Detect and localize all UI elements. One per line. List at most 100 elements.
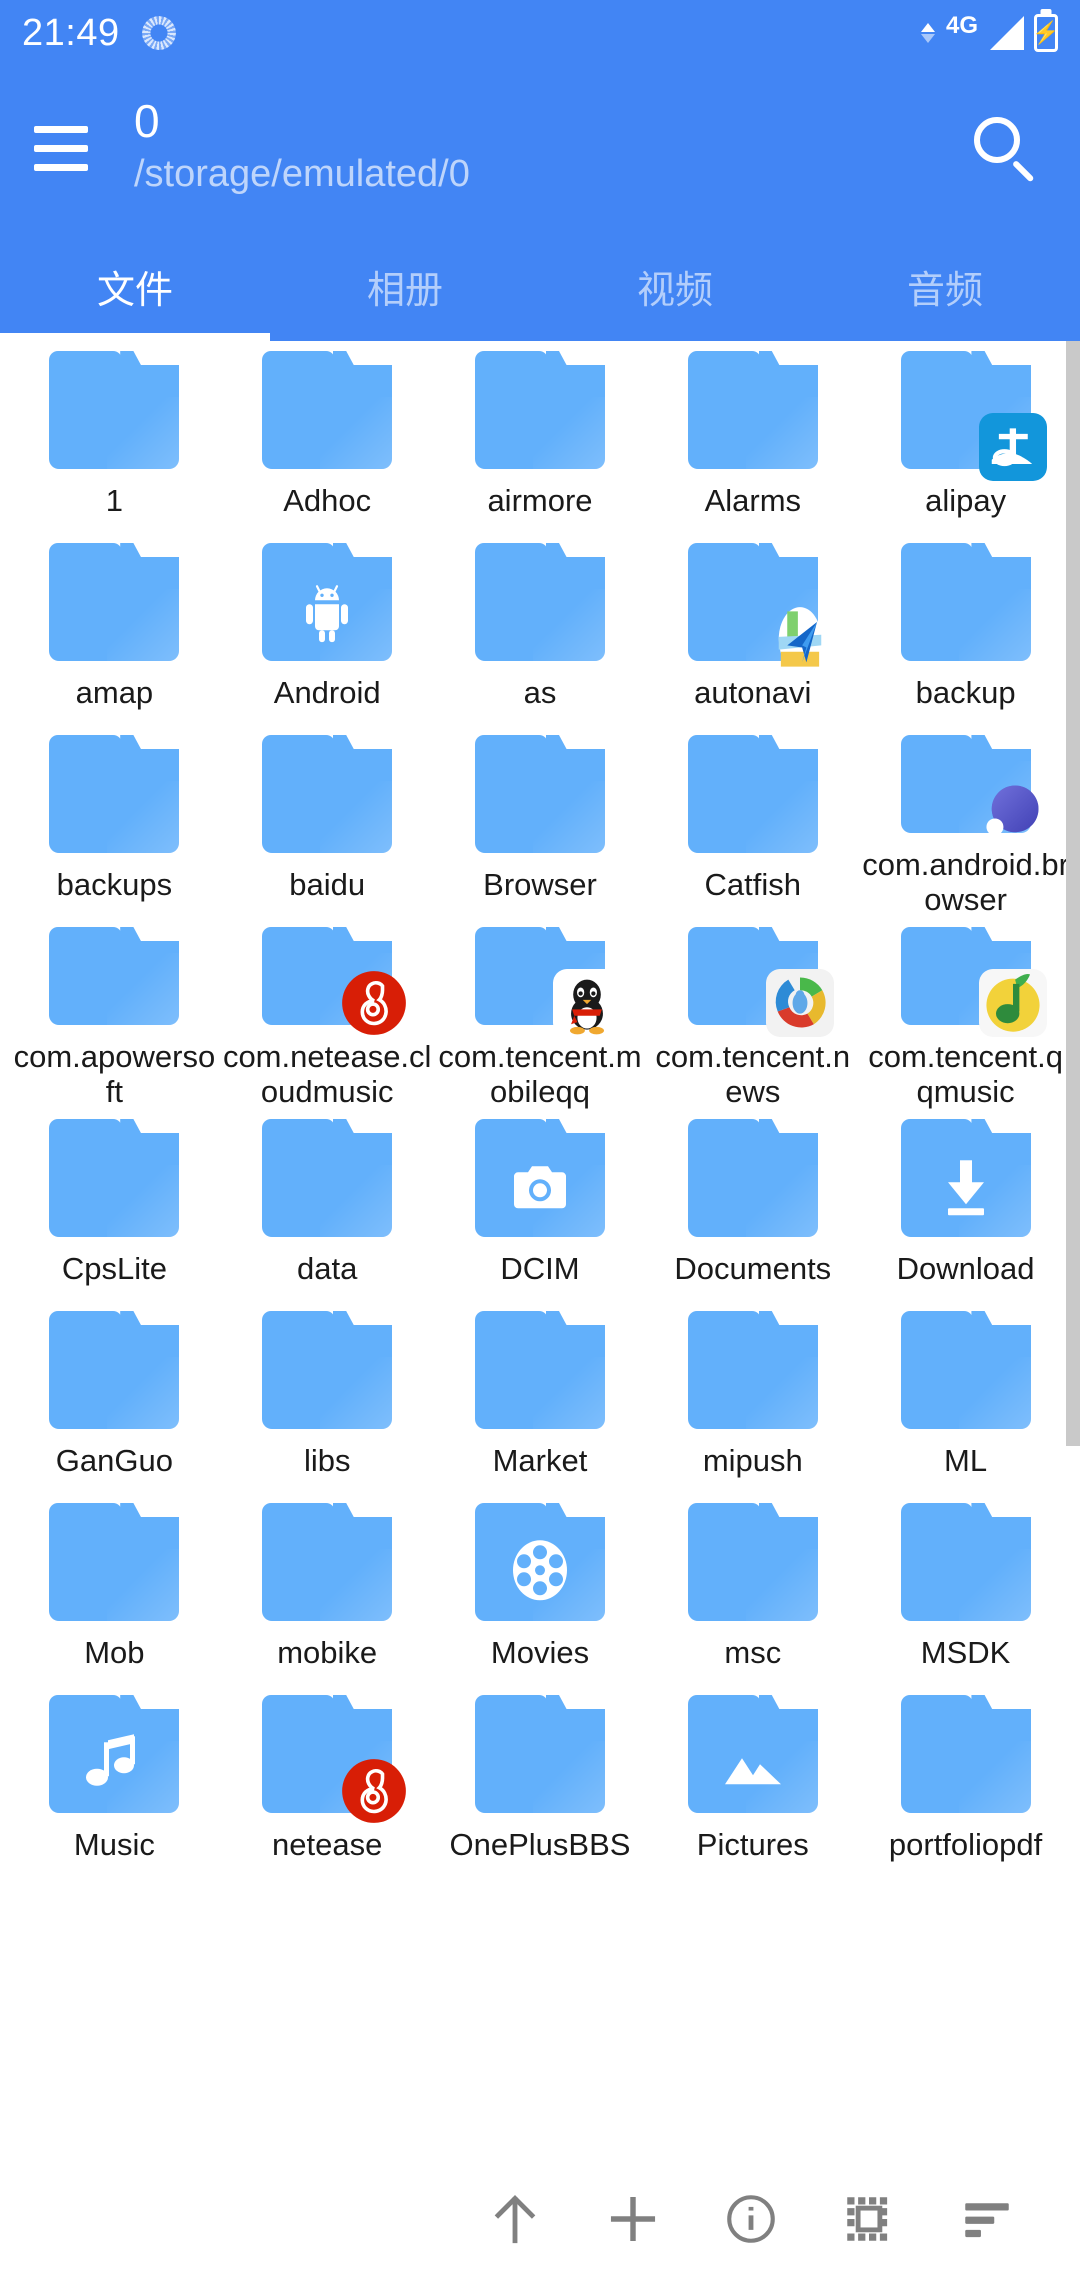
qq-penguin-icon <box>552 968 621 1037</box>
camera-icon <box>508 1154 572 1218</box>
file-grid-item[interactable]: as <box>434 533 647 725</box>
folder-icon <box>687 1695 818 1813</box>
file-grid-item[interactable]: airmore <box>434 341 647 533</box>
folder-icon <box>687 1503 818 1621</box>
sort-icon <box>958 2190 1016 2248</box>
file-name-label: GanGuo <box>55 1443 173 1478</box>
file-name-label: OnePlusBBS <box>449 1827 631 1862</box>
folder-icon <box>687 927 834 1037</box>
file-name-label: com.netease.cloudmusic <box>222 1038 432 1109</box>
netease-music-icon <box>340 1757 408 1825</box>
file-grid-item[interactable]: baidu <box>221 725 434 917</box>
file-name-label: Music <box>73 1827 155 1862</box>
file-name-label: Adhoc <box>283 483 372 518</box>
file-grid-item[interactable]: CpsLite <box>8 1109 221 1301</box>
add-button[interactable] <box>574 2160 692 2278</box>
scrollbar[interactable] <box>1066 341 1080 2157</box>
file-grid-item[interactable]: Documents <box>646 1109 859 1301</box>
folder-icon <box>49 351 180 469</box>
file-grid-item[interactable]: Market <box>434 1301 647 1493</box>
file-grid: 1 Adhoc airmore Alarms alipay amap Android as… <box>0 341 1080 1877</box>
file-grid-item[interactable]: com.tencent.mobileqq <box>434 917 647 1109</box>
file-name-label: Mob <box>84 1635 145 1670</box>
folder-icon <box>262 1311 393 1429</box>
folder-icon <box>49 735 180 853</box>
file-name-label: com.apowersoft <box>13 1038 216 1109</box>
select-all-button[interactable] <box>810 2160 928 2278</box>
file-grid-item[interactable]: amap <box>8 533 221 725</box>
file-name-label: com.android.browser <box>862 846 1069 917</box>
folder-icon <box>262 1695 407 1823</box>
file-grid-item[interactable]: data <box>221 1109 434 1301</box>
file-name-label: MSDK <box>920 1635 1011 1670</box>
file-grid-item[interactable]: com.android.browser <box>859 725 1072 917</box>
file-name-label: Documents <box>674 1251 832 1286</box>
file-grid-item[interactable]: Android <box>221 533 434 725</box>
tab-audio[interactable]: 音频 <box>810 231 1080 341</box>
file-grid-item[interactable]: Pictures <box>646 1685 859 1877</box>
netease-music-icon <box>340 969 408 1037</box>
file-grid-item[interactable]: com.tencent.news <box>646 917 859 1109</box>
file-grid-item[interactable]: mipush <box>646 1301 859 1493</box>
signal-bars-icon <box>990 16 1024 50</box>
folder-icon <box>900 1119 1031 1237</box>
plus-icon <box>604 2190 662 2248</box>
file-grid-item[interactable]: Adhoc <box>221 341 434 533</box>
file-grid-item[interactable]: backup <box>859 533 1072 725</box>
file-grid-item[interactable]: autonavi <box>646 533 859 725</box>
file-grid-item[interactable]: DCIM <box>434 1109 647 1301</box>
search-icon[interactable] <box>966 109 1046 189</box>
file-grid-item[interactable]: com.netease.cloudmusic <box>221 917 434 1109</box>
info-button[interactable] <box>692 2160 810 2278</box>
tab-video[interactable]: 视频 <box>540 231 810 341</box>
file-name-label: ML <box>944 1443 988 1478</box>
file-grid-item[interactable]: netease <box>221 1685 434 1877</box>
file-grid-item[interactable]: Browser <box>434 725 647 917</box>
page-title: 0 <box>134 94 160 147</box>
tab-files[interactable]: 文件 <box>0 231 270 341</box>
file-grid-container[interactable]: 1 Adhoc airmore Alarms alipay amap Android as… <box>0 341 1080 2157</box>
file-grid-item[interactable]: ML <box>859 1301 1072 1493</box>
scrollbar-thumb[interactable] <box>1066 341 1080 1446</box>
status-bar: 21:49 4G ⚡ <box>0 0 1080 66</box>
file-grid-item[interactable]: Music <box>8 1685 221 1877</box>
file-grid-item[interactable]: 1 <box>8 341 221 533</box>
file-name-label: Catfish <box>704 867 802 902</box>
file-grid-item[interactable]: mobike <box>221 1493 434 1685</box>
sort-button[interactable] <box>928 2160 1046 2278</box>
file-grid-item[interactable]: Movies <box>434 1493 647 1685</box>
file-name-label: mobike <box>277 1635 378 1670</box>
file-grid-item[interactable]: GanGuo <box>8 1301 221 1493</box>
file-name-label: msc <box>724 1635 782 1670</box>
folder-icon <box>900 1695 1031 1813</box>
file-grid-item[interactable]: Catfish <box>646 725 859 917</box>
tab-albums[interactable]: 相册 <box>270 231 540 341</box>
folder-icon <box>474 543 605 661</box>
file-name-label: mipush <box>702 1443 803 1478</box>
hamburger-menu-icon[interactable] <box>30 116 92 181</box>
file-name-label: baidu <box>289 867 366 902</box>
file-grid-item[interactable]: com.tencent.qqmusic <box>859 917 1072 1109</box>
file-name-label: Movies <box>490 1635 590 1670</box>
file-grid-item[interactable]: portfoliopdf <box>859 1685 1072 1877</box>
file-grid-item[interactable]: Mob <box>8 1493 221 1685</box>
file-grid-item[interactable]: alipay <box>859 341 1072 533</box>
file-grid-item[interactable]: OnePlusBBS <box>434 1685 647 1877</box>
file-grid-item[interactable]: Alarms <box>646 341 859 533</box>
file-name-label: 1 <box>105 483 124 518</box>
download-icon <box>934 1154 998 1218</box>
file-grid-item[interactable]: MSDK <box>859 1493 1072 1685</box>
file-grid-item[interactable]: com.apowersoft <box>8 917 221 1109</box>
file-name-label: alipay <box>925 483 1007 518</box>
file-grid-item[interactable]: libs <box>221 1301 434 1493</box>
folder-icon <box>900 543 1031 661</box>
file-name-label: Download <box>896 1251 1035 1286</box>
file-grid-item[interactable]: msc <box>646 1493 859 1685</box>
folder-icon <box>900 735 1039 836</box>
file-grid-item[interactable]: Download <box>859 1109 1072 1301</box>
folder-icon <box>687 543 822 671</box>
file-grid-item[interactable]: backups <box>8 725 221 917</box>
file-name-label: backups <box>56 867 173 902</box>
navigate-up-button[interactable] <box>456 2160 574 2278</box>
folder-icon <box>474 351 605 469</box>
